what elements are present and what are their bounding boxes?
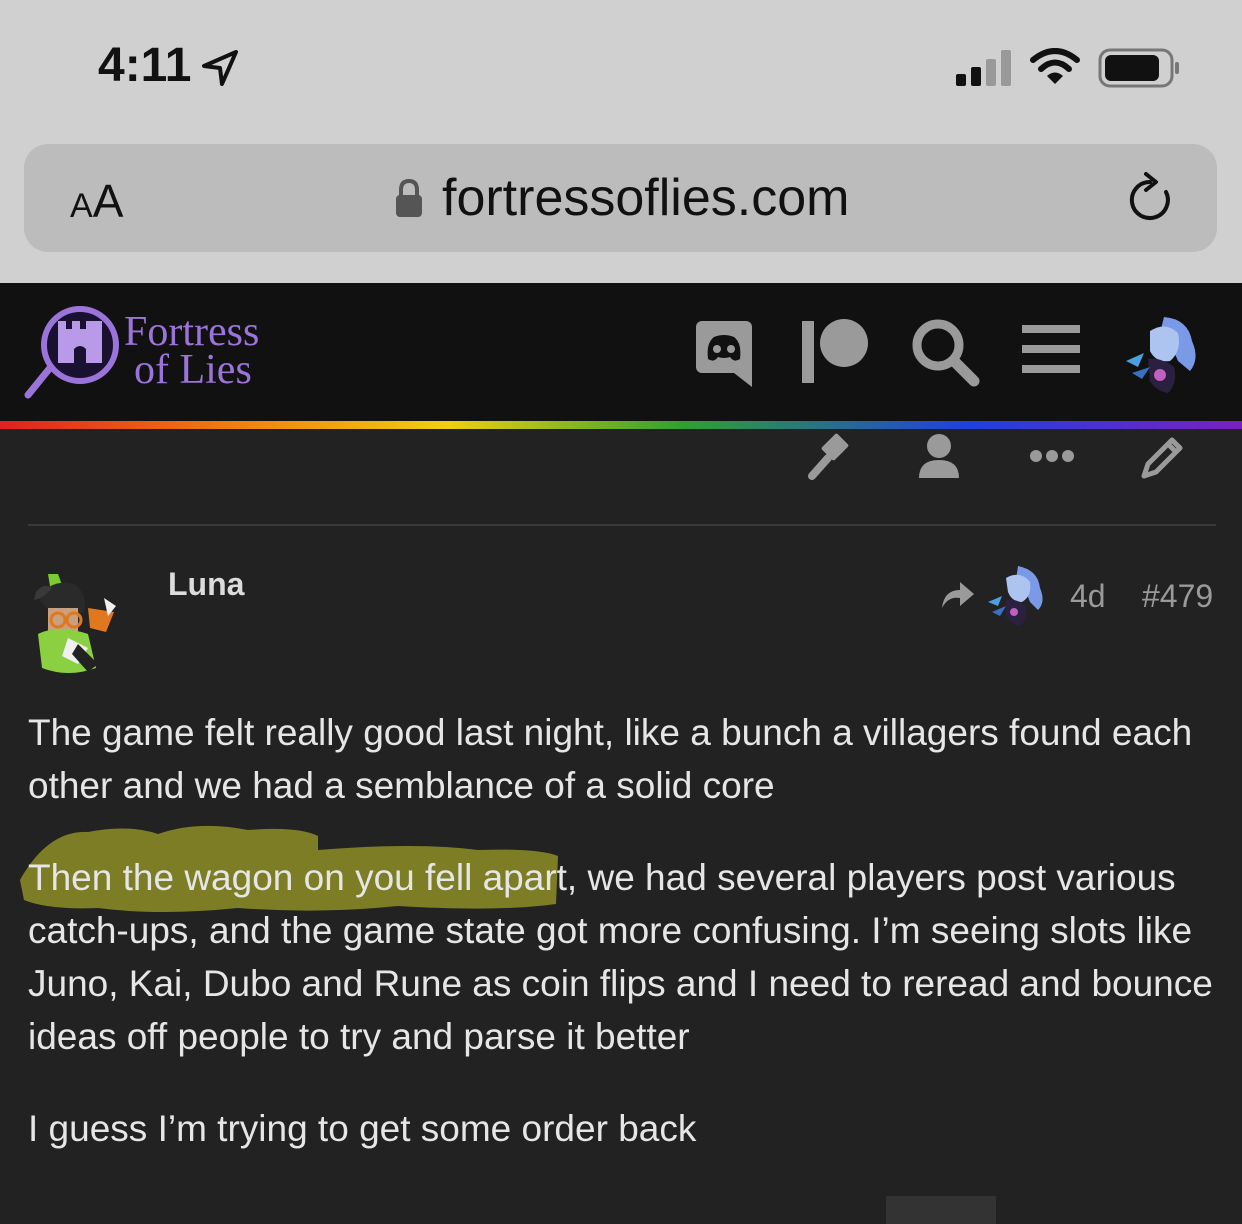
reply-to-avatar[interactable] — [986, 564, 1048, 628]
post-username[interactable]: Luna — [168, 566, 244, 603]
cellular-signal-icon — [956, 50, 1011, 86]
text-size-button[interactable]: AA — [70, 174, 123, 228]
patreon-icon[interactable] — [800, 317, 870, 387]
user-avatar[interactable] — [1120, 311, 1204, 395]
wifi-icon — [1030, 48, 1080, 84]
post-author-avatar[interactable] — [28, 568, 132, 680]
status-bar: 4:11 — [0, 0, 1242, 140]
fortress-logo-icon[interactable] — [24, 303, 124, 399]
post-action-button[interactable] — [886, 1196, 996, 1224]
reload-icon[interactable] — [1126, 172, 1176, 224]
logo-text-line2[interactable]: of Lies — [134, 349, 252, 391]
header-rainbow-divider — [0, 421, 1242, 429]
post-paragraph-2: Then the wagon on you fell apart, we had… — [28, 857, 1213, 1057]
status-time: 4:11 — [98, 39, 192, 92]
post-age[interactable]: 4d — [1070, 578, 1106, 615]
more-icon[interactable] — [1028, 432, 1076, 482]
topic-divider — [28, 524, 1216, 526]
user-icon[interactable] — [916, 432, 962, 482]
search-icon[interactable] — [910, 317, 980, 387]
browser-toolbar: AA fortressoflies.com — [0, 140, 1242, 283]
url-text[interactable]: fortressoflies.com — [442, 168, 849, 228]
post-number[interactable]: #479 — [1142, 578, 1213, 615]
discord-icon[interactable] — [694, 317, 756, 387]
gavel-icon[interactable] — [806, 432, 856, 482]
lock-icon — [396, 178, 422, 217]
hamburger-menu-icon[interactable] — [1020, 317, 1084, 381]
battery-icon — [1098, 48, 1179, 88]
reply-arrow-icon[interactable] — [940, 580, 976, 610]
post-paragraph-1: The game felt really good last night, li… — [28, 712, 1193, 806]
location-arrow-icon — [202, 50, 238, 86]
pencil-icon[interactable] — [1138, 432, 1188, 482]
post-paragraph-3: I guess I’m trying to get some order bac… — [28, 1108, 697, 1149]
address-bar[interactable]: AA fortressoflies.com — [24, 144, 1217, 252]
site-header: Fortress of Lies — [0, 283, 1242, 423]
